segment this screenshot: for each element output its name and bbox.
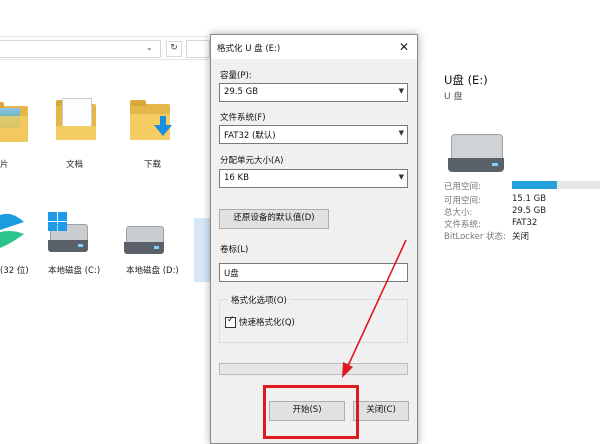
allocation-unit-value: 16 KB — [224, 173, 249, 183]
dialog-titlebar: 格式化 U 盘 (E:) ✕ — [211, 35, 417, 59]
quick-format-checkbox[interactable]: ✓ 快速格式化(Q) — [225, 314, 295, 328]
free-space-value: 15.1 GB — [512, 194, 547, 204]
format-dialog: 格式化 U 盘 (E:) ✕ 容量(P): 29.5 GB ▼ 文件系统(F) … — [210, 34, 418, 444]
windows-logo-icon — [48, 212, 68, 232]
format-options-label: 格式化选项(O) — [228, 294, 290, 306]
bitlocker-value: 关闭 — [512, 232, 530, 242]
drive-label-32bit: (32 位) — [0, 266, 29, 276]
drive-label-d: 本地磁盘 (D:) — [126, 266, 179, 276]
used-space-label: 已用空间: — [444, 182, 481, 192]
total-size-value: 29.5 GB — [512, 206, 547, 216]
chevron-down-icon: ▼ — [398, 173, 404, 181]
capacity-select[interactable]: 29.5 GB ▼ — [219, 83, 408, 102]
check-icon: ✓ — [227, 314, 235, 325]
drive-label-c: 本地磁盘 (C:) — [48, 266, 101, 276]
chevron-down-icon: ▼ — [398, 129, 404, 137]
start-button-highlight-box — [263, 385, 359, 439]
capacity-label: 容量(P): — [220, 71, 252, 81]
selected-drive-highlight — [194, 218, 210, 282]
filesystem-value: FAT32 (默认) — [224, 131, 276, 141]
format-progress-bar — [219, 363, 408, 375]
address-input[interactable]: ⌄ — [0, 40, 161, 58]
documents-folder-icon[interactable] — [56, 98, 96, 140]
dialog-title: 格式化 U 盘 (E:) — [217, 44, 281, 54]
pictures-folder-icon[interactable] — [0, 100, 28, 142]
app-logo-icon[interactable] — [0, 212, 24, 252]
downloads-folder-icon[interactable] — [130, 98, 172, 140]
details-pane: U盘 (E:) U 盘 已用空间: 可用空间: 15.1 GB 总大小: 29.… — [418, 58, 600, 442]
allocation-unit-select[interactable]: 16 KB ▼ — [219, 169, 408, 188]
bitlocker-label: BitLocker 状态: — [444, 232, 506, 242]
folder-label-downloads: 下载 — [144, 160, 162, 170]
checkbox-box[interactable]: ✓ — [225, 314, 236, 328]
capacity-value: 29.5 GB — [224, 87, 259, 97]
search-input[interactable] — [186, 40, 210, 58]
drive-d-icon[interactable] — [124, 226, 164, 254]
folder-label-documents: 文档 — [66, 160, 84, 170]
details-title: U盘 (E:) — [444, 73, 488, 87]
chevron-down-icon[interactable]: ⌄ — [146, 43, 153, 52]
drive-e-icon — [448, 134, 504, 172]
filesystem-select[interactable]: FAT32 (默认) ▼ — [219, 125, 408, 144]
address-bar: ⌄ ↻ — [0, 36, 210, 60]
details-subtitle: U 盘 — [444, 92, 463, 102]
close-icon[interactable]: ✕ — [395, 38, 413, 56]
refresh-icon[interactable]: ↻ — [166, 41, 182, 57]
restore-defaults-button[interactable]: 还原设备的默认值(D) — [219, 209, 329, 229]
filesystem-label: 文件系统(F) — [220, 113, 266, 123]
folder-label-pictures: 片 — [0, 160, 9, 170]
filesystem-label: 文件系统: — [444, 220, 481, 230]
quick-format-label: 快速格式化(Q) — [239, 318, 295, 328]
volume-label-value: U盘 — [224, 269, 239, 279]
usage-bar-fill — [512, 181, 557, 189]
free-space-label: 可用空间: — [444, 196, 481, 206]
close-button[interactable]: 关闭(C) — [353, 401, 409, 421]
format-options-group: 格式化选项(O) ✓ 快速格式化(Q) — [219, 294, 408, 343]
volume-label-input[interactable]: U盘 — [219, 263, 408, 282]
filesystem-value: FAT32 — [512, 218, 538, 228]
usage-bar — [512, 181, 600, 189]
total-size-label: 总大小: — [444, 208, 473, 218]
volume-label-label: 卷标(L) — [220, 245, 249, 255]
chevron-down-icon: ▼ — [398, 87, 404, 95]
allocation-unit-label: 分配单元大小(A) — [220, 156, 284, 166]
